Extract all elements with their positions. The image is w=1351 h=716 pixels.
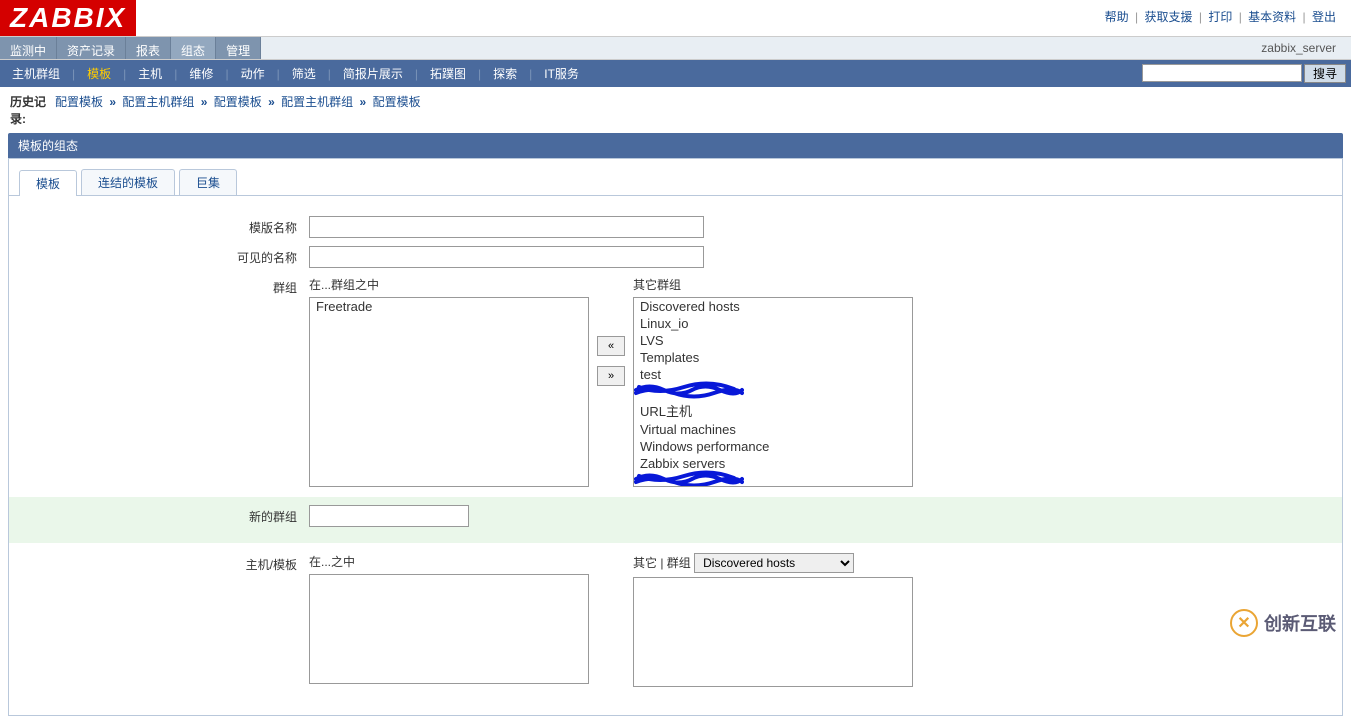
list-item[interactable]: xxxxxxxx [634, 472, 912, 487]
list-item[interactable]: LVS [634, 332, 912, 349]
server-row: 监测中 资产记录 报表 组态 管理 zabbix_server [0, 37, 1351, 60]
row-groups: 群组 在...群组之中 Freetrade « » [49, 276, 1302, 487]
list-item[interactable]: Virtual machines [634, 421, 912, 438]
tab-inventory[interactable]: 资产记录 [57, 37, 126, 59]
hosts-templates-label: 主机/模板 [49, 553, 309, 573]
profile-link[interactable]: 基本资料 [1248, 10, 1296, 24]
subnav-discovery[interactable]: 探索 [481, 60, 529, 87]
tab-reports[interactable]: 报表 [126, 37, 171, 59]
other-group-dropdown[interactable]: Discovered hosts [694, 553, 854, 573]
watermark-icon: ✕ [1230, 609, 1258, 637]
main-tabs: 监测中 资产记录 报表 组态 管理 [0, 37, 261, 59]
subnav-filter[interactable]: 筛选 [280, 60, 328, 87]
in-label: 在...之中 [309, 553, 589, 570]
panel-body: 模板 连结的模板 巨集 模版名称 可见的名称 群组 在...群组之中 [8, 158, 1343, 716]
server-name: zabbix_server [1261, 41, 1336, 55]
logout-link[interactable]: 登出 [1312, 10, 1336, 24]
tab-configuration[interactable]: 组态 [171, 37, 216, 59]
subnav-topology[interactable]: 拓蹼图 [418, 60, 478, 87]
breadcrumb-items: 配置模板 » 配置主机群组 » 配置模板 » 配置主机群组 » 配置模板 [55, 93, 421, 127]
top-header: ZABBIX 帮助 | 获取支援 | 打印 | 基本资料 | 登出 [0, 0, 1351, 37]
subnav-hosts[interactable]: 主机 [126, 60, 174, 87]
list-item[interactable]: Freetrade [310, 298, 588, 315]
bc-item[interactable]: 配置模板 [373, 95, 421, 109]
subnav-maintenance[interactable]: 维修 [177, 60, 225, 87]
bc-item[interactable]: 配置模板 [214, 95, 262, 109]
row-template-name: 模版名称 [49, 216, 1302, 238]
search-button[interactable]: 搜寻 [1304, 64, 1346, 83]
logo: ZABBIX [0, 0, 136, 36]
subnav-slideshow[interactable]: 简报片展示 [331, 60, 415, 87]
support-link[interactable]: 获取支援 [1145, 10, 1193, 24]
row-hosts-templates: 主机/模板 在...之中 « 其它 | 群组 [49, 553, 1302, 687]
form-area: 模版名称 可见的名称 群组 在...群组之中 Freetrade [9, 196, 1342, 715]
breadcrumb-label: 历史记录: [10, 93, 55, 127]
list-item[interactable]: xxxxxxxx [634, 383, 912, 400]
sub-nav: 主机群组| 模板| 主机| 维修| 动作| 筛选| 简报片展示| 拓蹼图| 探索… [0, 60, 1351, 87]
subnav-actions[interactable]: 动作 [229, 60, 277, 87]
right-hosts-list[interactable] [633, 577, 913, 687]
print-link[interactable]: 打印 [1208, 10, 1232, 24]
inner-tab-macros[interactable]: 巨集 [179, 169, 237, 195]
groups-label: 群组 [49, 276, 309, 296]
move-right-button[interactable]: » [597, 366, 625, 386]
content: 模板的组态 模板 连结的模板 巨集 模版名称 可见的名称 群组 [0, 133, 1351, 716]
bc-item[interactable]: 配置主机群组 [281, 95, 353, 109]
left-hosts-list[interactable] [309, 574, 589, 684]
watermark: ✕ 创新互联 [1230, 609, 1336, 637]
list-item[interactable]: Templates [634, 349, 912, 366]
visible-name-label: 可见的名称 [49, 246, 309, 266]
in-group-label: 在...群组之中 [309, 276, 589, 293]
dual-list-hosts: 在...之中 « 其它 | 群组 Discovered hosts [309, 553, 913, 687]
other-groups-label: 其它群组 [633, 276, 913, 293]
subnav-itservices[interactable]: IT服务 [532, 60, 591, 87]
right-groups-list[interactable]: Discovered hostsLinux_ioLVSTemplatestest… [633, 297, 913, 487]
bc-item[interactable]: 配置模板 [55, 95, 103, 109]
watermark-text: 创新互联 [1264, 610, 1336, 636]
list-item[interactable]: Linux_io [634, 315, 912, 332]
top-links: 帮助 | 获取支援 | 打印 | 基本资料 | 登出 [1090, 0, 1351, 33]
breadcrumb: 历史记录: 配置模板 » 配置主机群组 » 配置模板 » 配置主机群组 » 配置… [0, 87, 1351, 133]
inner-tabs: 模板 连结的模板 巨集 [9, 159, 1342, 196]
move-buttons: « » [597, 276, 625, 386]
left-groups-list[interactable]: Freetrade [309, 297, 589, 487]
row-new-group: 新的群组 [9, 497, 1342, 543]
search-input[interactable] [1142, 64, 1302, 82]
list-item[interactable]: URL主机 [634, 400, 912, 421]
visible-name-input[interactable] [309, 246, 704, 268]
inner-tab-template[interactable]: 模板 [19, 170, 77, 196]
tab-monitoring[interactable]: 监测中 [0, 37, 57, 59]
other-group-dropdown-label: 其它 | 群组 Discovered hosts [633, 553, 913, 573]
subnav-templates[interactable]: 模板 [75, 60, 123, 87]
bc-item[interactable]: 配置主机群组 [122, 95, 194, 109]
inner-tab-linked[interactable]: 连结的模板 [81, 169, 175, 195]
dual-list-groups: 在...群组之中 Freetrade « » 其它群组 Discovered h… [309, 276, 913, 487]
template-name-input[interactable] [309, 216, 704, 238]
move-left-button[interactable]: « [597, 336, 625, 356]
panel-header: 模板的组态 [8, 133, 1343, 158]
new-group-input[interactable] [309, 505, 469, 527]
row-visible-name: 可见的名称 [49, 246, 1302, 268]
help-link[interactable]: 帮助 [1105, 10, 1129, 24]
list-item[interactable]: Discovered hosts [634, 298, 912, 315]
search-box: 搜寻 [1137, 62, 1351, 85]
new-group-label: 新的群组 [49, 505, 309, 525]
list-item[interactable]: Windows performance [634, 438, 912, 455]
template-name-label: 模版名称 [49, 216, 309, 236]
tab-administration[interactable]: 管理 [216, 37, 261, 59]
subnav-hostgroups[interactable]: 主机群组 [0, 60, 72, 87]
